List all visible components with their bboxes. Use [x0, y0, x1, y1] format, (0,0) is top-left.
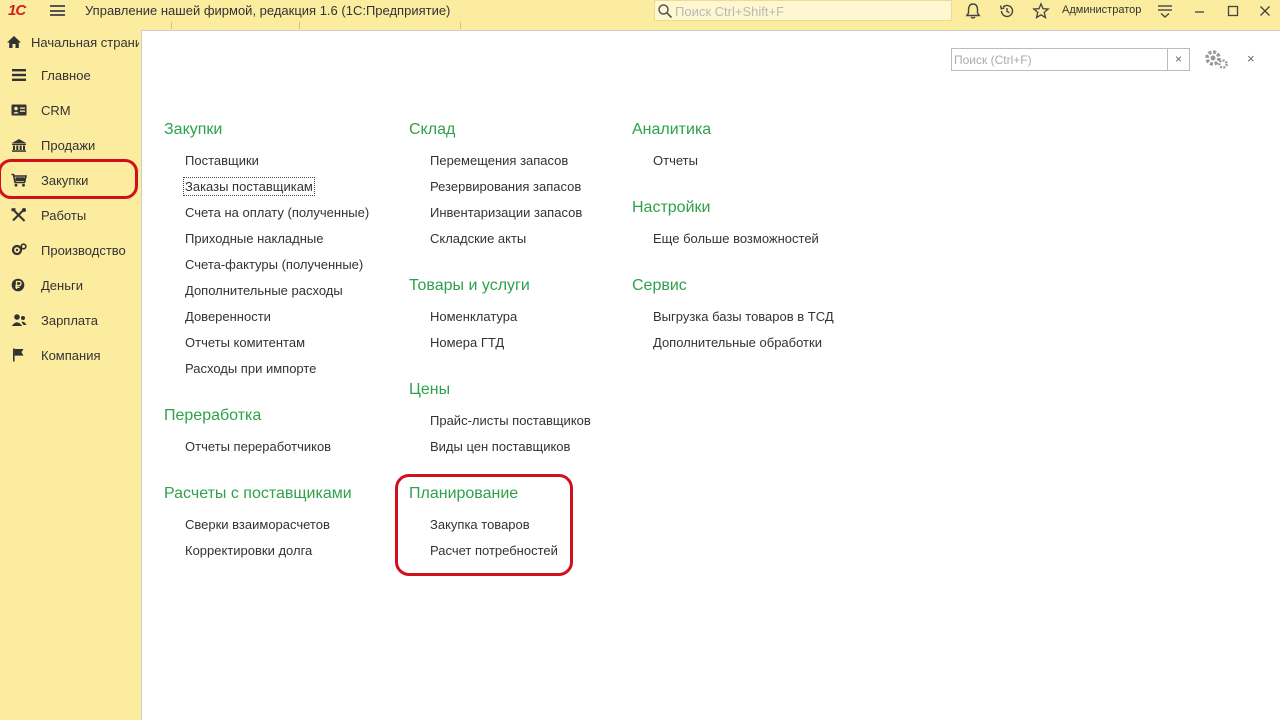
settings-menu-icon[interactable]: [1156, 2, 1174, 20]
sidebar-item-label: Продажи: [41, 138, 96, 153]
home-page-tab[interactable]: Начальная страница: [0, 30, 141, 55]
sidebar-item-salary[interactable]: Зарплата: [0, 304, 141, 337]
tab-separator: [460, 22, 461, 29]
factory-icon: [11, 243, 27, 256]
section-title-service: Сервис: [632, 277, 687, 294]
sidebar-item-label: CRM: [41, 103, 71, 118]
global-search[interactable]: [654, 0, 952, 21]
search-icon: [658, 4, 673, 19]
home-page-label: Начальная страница: [31, 35, 139, 50]
link-supplier-price-lists[interactable]: Прайс-листы поставщиков: [430, 413, 591, 428]
section-title-prices: Цены: [409, 381, 451, 398]
home-icon: [7, 36, 21, 48]
link-import-expenses[interactable]: Расходы при импорте: [185, 361, 316, 376]
app-logo: 1С: [8, 2, 26, 19]
maximize-icon[interactable]: [1224, 2, 1242, 20]
contact-card-icon: [11, 104, 27, 116]
tab-separator: [299, 22, 300, 29]
section-title-warehouse: Склад: [409, 121, 456, 138]
link-processor-reports[interactable]: Отчеты переработчиков: [185, 439, 331, 454]
shop-icon: [12, 139, 26, 152]
sections-sidebar: Начальная страница Главное CRM Продажи З…: [0, 30, 141, 720]
flag-icon: [13, 348, 24, 362]
sidebar-item-production[interactable]: Производство: [0, 234, 141, 267]
sidebar-item-label: Работы: [41, 208, 87, 223]
title-bar: 1С Управление нашей фирмой, редакция 1.6…: [0, 0, 1280, 22]
link-received-invoices[interactable]: Счета-фактуры (полученные): [185, 257, 363, 272]
section-title-settings: Настройки: [632, 199, 711, 216]
link-stock-inventories[interactable]: Инвентаризации запасов: [430, 205, 582, 220]
link-stock-reservations[interactable]: Резервирования запасов: [430, 179, 581, 194]
sidebar-item-sales[interactable]: Продажи: [0, 129, 141, 162]
link-additional-processing[interactable]: Дополнительные обработки: [653, 335, 822, 350]
link-debt-adjustments[interactable]: Корректировки долга: [185, 543, 312, 558]
section-title-processing: Переработка: [164, 407, 262, 424]
section-title-analytics: Аналитика: [632, 121, 712, 138]
user-name[interactable]: Администратор: [1062, 4, 1141, 16]
link-supplier-orders[interactable]: Заказы поставщикам: [183, 177, 315, 196]
sidebar-item-label: Компания: [41, 348, 101, 363]
section-title-supplier-settlements: Расчеты с поставщиками: [164, 485, 352, 502]
link-export-to-tsd[interactable]: Выгрузка базы товаров в ТСД: [653, 309, 834, 324]
link-supplier-price-types[interactable]: Виды цен поставщиков: [430, 439, 570, 454]
tools-icon: [11, 208, 26, 222]
sidebar-item-main[interactable]: Главное: [0, 59, 141, 92]
link-more-features[interactable]: Еще больше возможностей: [653, 231, 819, 246]
clear-search-button[interactable]: ×: [1167, 49, 1189, 70]
sidebar-item-crm[interactable]: CRM: [0, 94, 141, 127]
history-icon[interactable]: [998, 2, 1016, 20]
link-powers-of-attorney[interactable]: Доверенности: [185, 309, 271, 324]
sidebar-item-works[interactable]: Работы: [0, 199, 141, 232]
ruble-icon: [11, 278, 25, 292]
close-panel-button[interactable]: ×: [1247, 51, 1255, 66]
link-warehouse-acts[interactable]: Складские акты: [430, 231, 526, 246]
link-reports[interactable]: Отчеты: [653, 153, 698, 168]
link-additional-expenses[interactable]: Дополнительные расходы: [185, 283, 343, 298]
close-window-icon[interactable]: [1256, 2, 1274, 20]
highlight-frame-purchases: [0, 159, 138, 199]
link-receipt-notes[interactable]: Приходные накладные: [185, 231, 323, 246]
panel-search[interactable]: ×: [951, 48, 1190, 71]
window-title: Управление нашей фирмой, редакция 1.6 (1…: [85, 3, 451, 18]
sidebar-item-label: Производство: [41, 243, 126, 258]
bell-icon[interactable]: [964, 2, 982, 20]
section-title-goods-services: Товары и услуги: [409, 277, 530, 294]
link-consignor-reports[interactable]: Отчеты комитентам: [185, 335, 305, 350]
open-windows-strip: [0, 22, 1280, 30]
list-icon: [12, 69, 26, 81]
tab-separator: [171, 22, 172, 29]
highlight-frame-planning: [395, 474, 573, 576]
sidebar-item-company[interactable]: Компания: [0, 339, 141, 372]
sidebar-item-label: Главное: [41, 68, 91, 83]
link-nomenclature[interactable]: Номенклатура: [430, 309, 517, 324]
sidebar-item-money[interactable]: Деньги: [0, 269, 141, 302]
link-customs-numbers[interactable]: Номера ГТД: [430, 335, 504, 350]
link-reconciliations[interactable]: Сверки взаиморасчетов: [185, 517, 330, 532]
people-icon: [11, 314, 27, 326]
main-menu-icon[interactable]: [50, 5, 65, 16]
section-title-purchases: Закупки: [164, 121, 223, 138]
sidebar-item-label: Деньги: [41, 278, 83, 293]
link-stock-transfers[interactable]: Перемещения запасов: [430, 153, 568, 168]
section-panel: × × Закупки Поставщики Заказы поставщика…: [141, 30, 1280, 720]
global-search-input[interactable]: [675, 2, 945, 20]
panel-search-input[interactable]: [954, 51, 1166, 68]
sidebar-item-label: Зарплата: [41, 313, 98, 328]
link-suppliers[interactable]: Поставщики: [185, 153, 259, 168]
minimize-icon[interactable]: [1191, 2, 1209, 20]
link-payment-invoices[interactable]: Счета на оплату (полученные): [185, 205, 369, 220]
star-icon[interactable]: [1032, 2, 1050, 20]
gear-icon[interactable]: [1203, 47, 1231, 71]
